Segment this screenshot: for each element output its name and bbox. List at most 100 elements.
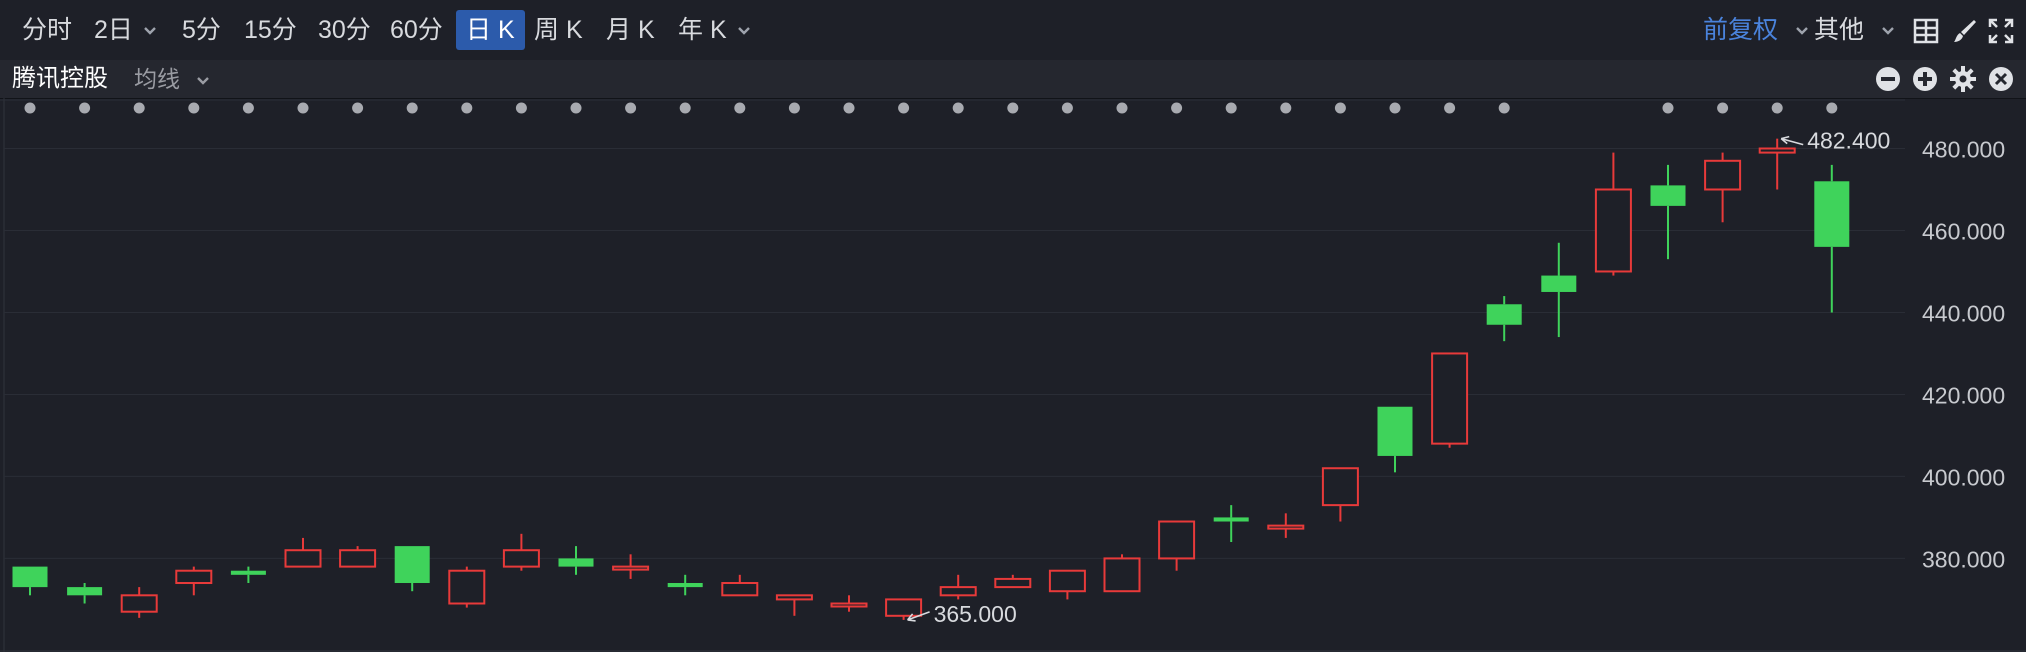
event-dot bbox=[788, 102, 800, 114]
tab-period-5[interactable]: 60分 bbox=[380, 10, 453, 50]
event-dot bbox=[1225, 102, 1237, 114]
chevron-down-icon bbox=[1795, 26, 1809, 36]
event-dot bbox=[461, 102, 473, 114]
event-dot bbox=[1171, 102, 1183, 114]
chevron-down-icon bbox=[196, 76, 210, 86]
stock-name: 腾讯控股 bbox=[12, 65, 108, 92]
tab-period-1[interactable]: 2日 bbox=[84, 10, 167, 50]
indicator-bar: 腾讯控股 均线 bbox=[0, 60, 2026, 99]
candle-body-up bbox=[448, 569, 486, 605]
tab-period-0[interactable]: 分时 bbox=[12, 10, 82, 50]
event-dot bbox=[79, 102, 91, 114]
candle-body-up bbox=[1321, 467, 1359, 507]
tab-period-6[interactable]: 日 K bbox=[456, 10, 525, 50]
brush-icon[interactable] bbox=[1952, 18, 1978, 44]
tab-label: 30分 bbox=[318, 16, 371, 44]
event-dot bbox=[843, 102, 855, 114]
candle-body-up bbox=[775, 594, 813, 601]
indicator-select[interactable]: 均线 bbox=[134, 60, 210, 98]
candle-body-up bbox=[502, 549, 540, 568]
period-toolbar: 分时 2日 5分 15分 30分 60分日 K 周 K 月 K 年 K 前复权 其他 bbox=[0, 0, 2026, 61]
gear-icon[interactable] bbox=[1950, 66, 1976, 92]
event-dot bbox=[1389, 102, 1401, 114]
tab-period-2[interactable]: 5分 bbox=[172, 10, 231, 50]
y-tick-label: 400.000 bbox=[1922, 464, 2005, 490]
tab-label: 5分 bbox=[182, 16, 221, 44]
event-dot bbox=[242, 102, 254, 114]
event-dot bbox=[406, 102, 418, 114]
event-dot bbox=[1826, 102, 1838, 114]
high-annotation-label: 482.400 bbox=[1807, 128, 1890, 154]
kline-chart[interactable]: 380.000 400.000 420.000 440.000 460.000 480.0… bbox=[0, 98, 2026, 652]
tab-period-7[interactable]: 周 K bbox=[524, 10, 593, 50]
tab-label: 年 K bbox=[678, 16, 727, 44]
event-dot bbox=[1717, 102, 1729, 114]
tab-period-4[interactable]: 30分 bbox=[308, 10, 381, 50]
event-dot bbox=[734, 102, 746, 114]
tab-period-8[interactable]: 月 K bbox=[596, 10, 665, 50]
event-dot bbox=[1061, 102, 1073, 114]
candle-body-up bbox=[1048, 569, 1086, 593]
event-dot bbox=[188, 102, 200, 114]
tab-label: 60分 bbox=[390, 16, 443, 44]
chevron-down-icon bbox=[1881, 26, 1895, 36]
minus-icon[interactable] bbox=[1875, 66, 1901, 92]
event-dot bbox=[1280, 102, 1292, 114]
fullscreen-icon[interactable] bbox=[1988, 18, 2014, 44]
candle-body-up bbox=[830, 602, 868, 608]
plus-icon[interactable] bbox=[1912, 66, 1938, 92]
tab-label: 周 K bbox=[534, 16, 583, 44]
candle-body-up bbox=[994, 577, 1032, 589]
tab-label: 15分 bbox=[244, 16, 297, 44]
tab-label: 分时 bbox=[22, 16, 73, 44]
event-dot bbox=[1007, 102, 1019, 114]
candle-body-down bbox=[667, 583, 703, 588]
event-dot bbox=[1116, 102, 1128, 114]
candle-body-up bbox=[1431, 352, 1469, 445]
candle-body-down bbox=[1650, 185, 1686, 206]
chevron-down-icon bbox=[737, 26, 751, 36]
close-icon[interactable] bbox=[1988, 66, 2014, 92]
candle-body-down bbox=[1541, 275, 1577, 292]
event-dot bbox=[1334, 102, 1346, 114]
candle-body-down bbox=[558, 558, 594, 567]
tab-label: 日 K bbox=[466, 16, 515, 44]
candle-body-up bbox=[175, 569, 213, 585]
candle-body-up bbox=[1158, 520, 1196, 560]
event-dot bbox=[133, 102, 145, 114]
candle-body-down bbox=[1486, 304, 1522, 325]
candle-body-up bbox=[1267, 524, 1305, 530]
event-dot bbox=[515, 102, 527, 114]
chevron-down-icon bbox=[143, 26, 157, 36]
other-select[interactable]: 其他 bbox=[1814, 10, 1895, 50]
candle-body-up bbox=[284, 549, 322, 568]
adjust-select[interactable]: 前复权 bbox=[1703, 10, 1809, 50]
grid-layout-icon[interactable] bbox=[1913, 18, 1939, 44]
event-dot bbox=[1771, 102, 1783, 114]
event-dot bbox=[570, 102, 582, 114]
adjust-select-label: 前复权 bbox=[1703, 16, 1779, 44]
indicator-select-label: 均线 bbox=[134, 66, 180, 92]
candle-body-up bbox=[612, 565, 650, 571]
candle-body-down bbox=[1814, 181, 1850, 247]
tab-period-3[interactable]: 15分 bbox=[234, 10, 307, 50]
candle-body-up bbox=[1758, 147, 1796, 154]
y-tick-label: 440.000 bbox=[1922, 300, 2005, 326]
event-dot bbox=[24, 102, 36, 114]
tab-period-9[interactable]: 年 K bbox=[668, 10, 761, 50]
event-dot bbox=[679, 102, 691, 114]
candle-body-down bbox=[394, 546, 430, 584]
candle-body-down bbox=[12, 566, 48, 588]
candle-body-up bbox=[339, 549, 377, 568]
event-dot bbox=[297, 102, 309, 114]
event-dot bbox=[898, 102, 910, 114]
y-tick-label: 480.000 bbox=[1922, 136, 2005, 162]
other-select-label: 其他 bbox=[1814, 16, 1865, 44]
candle-body-down bbox=[1377, 406, 1413, 456]
candle-body-up bbox=[1704, 159, 1742, 191]
candle-body-up bbox=[885, 598, 923, 617]
event-dot bbox=[1662, 102, 1674, 114]
candle-body-down bbox=[67, 587, 103, 596]
candle-body-down bbox=[1213, 517, 1249, 522]
y-tick-label: 420.000 bbox=[1922, 382, 2005, 408]
